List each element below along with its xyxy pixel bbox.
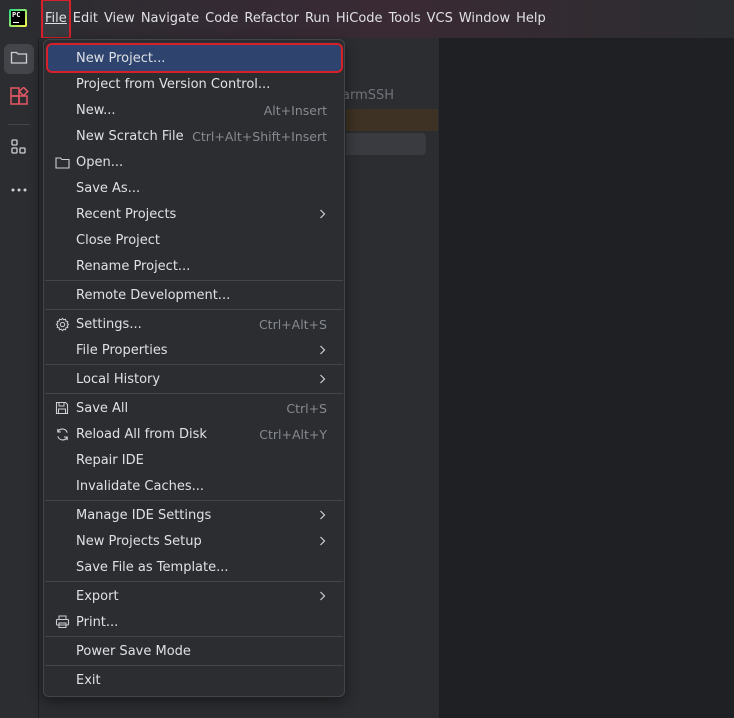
sidebar-divider [8, 124, 30, 125]
background-warning-bar [346, 109, 438, 131]
title-bar: PC File Edit View Navigate Code Refactor… [0, 0, 734, 39]
menu-item-new-projects-setup[interactable]: New Projects Setup [48, 528, 341, 554]
menu-item-new-project[interactable]: New Project... [46, 43, 343, 73]
menu-item-recent-projects[interactable]: Recent Projects [48, 201, 341, 227]
save-icon [54, 400, 70, 416]
menu-item-new[interactable]: New... Alt+Insert [48, 97, 341, 123]
chevron-right-icon [315, 372, 329, 386]
shortcut-save-all: Ctrl+S [286, 400, 327, 416]
chevron-right-icon [315, 343, 329, 357]
shortcut-new-scratch-file: Ctrl+Alt+Shift+Insert [192, 128, 327, 144]
menu-vcs[interactable]: VCS [424, 0, 456, 38]
tool-window-sidebar [0, 38, 39, 718]
menu-item-rename-project[interactable]: Rename Project... [48, 253, 341, 279]
menu-item-new-scratch-file[interactable]: New Scratch File Ctrl+Alt+Shift+Insert [48, 123, 341, 149]
menu-run[interactable]: Run [302, 0, 333, 38]
background-project-text: armSSH [342, 88, 395, 103]
chevron-right-icon [315, 207, 329, 221]
structure-icon [10, 138, 28, 160]
shortcut-new: Alt+Insert [263, 102, 327, 118]
shortcut-settings: Ctrl+Alt+S [258, 316, 327, 332]
menu-separator [45, 581, 343, 582]
menu-item-power-save-mode[interactable]: Power Save Mode [48, 638, 341, 664]
menu-hicode[interactable]: HiCode [333, 0, 386, 38]
menu-separator [45, 364, 343, 365]
print-icon [54, 614, 70, 630]
menu-item-export[interactable]: Export [48, 583, 341, 609]
menu-item-project-from-vcs[interactable]: Project from Version Control... [48, 71, 341, 97]
menu-code[interactable]: Code [202, 0, 241, 38]
menu-item-open[interactable]: Open... [48, 149, 341, 175]
menu-separator [45, 309, 343, 310]
background-input [346, 133, 426, 155]
menu-file[interactable]: File [41, 0, 71, 39]
menu-item-reload-all-from-disk[interactable]: Reload All from Disk Ctrl+Alt+Y [48, 421, 341, 447]
menu-window[interactable]: Window [456, 0, 513, 38]
menu-help[interactable]: Help [513, 0, 549, 38]
menu-item-invalidate-caches[interactable]: Invalidate Caches... [48, 473, 341, 499]
menu-separator [45, 636, 343, 637]
menu-item-manage-ide-settings[interactable]: Manage IDE Settings [48, 502, 341, 528]
menu-item-save-file-as-template[interactable]: Save File as Template... [48, 554, 341, 580]
plugins-icon [9, 86, 29, 111]
menu-edit[interactable]: Edit [70, 0, 101, 38]
menu-item-local-history[interactable]: Local History [48, 366, 341, 392]
menu-view[interactable]: View [101, 0, 138, 38]
shortcut-reload-all: Ctrl+Alt+Y [259, 426, 327, 442]
menu-item-close-project[interactable]: Close Project [48, 227, 341, 253]
menu-item-save-as[interactable]: Save As... [48, 175, 341, 201]
reload-icon [54, 426, 70, 442]
menu-separator [45, 393, 343, 394]
pycharm-logo-icon[interactable]: PC [9, 9, 27, 27]
menu-item-settings[interactable]: Settings... Ctrl+Alt+S [48, 311, 341, 337]
structure-tool-button[interactable] [4, 134, 34, 164]
folder-icon [10, 49, 28, 69]
folder-icon [54, 154, 70, 170]
chevron-right-icon [315, 508, 329, 522]
project-tool-button[interactable] [4, 44, 34, 74]
menu-tools[interactable]: Tools [386, 0, 424, 38]
menu-separator [45, 500, 343, 501]
main-menu-bar: File Edit View Navigate Code Refactor Ru… [41, 0, 549, 39]
file-menu-dropdown: New Project... Project from Version Cont… [43, 39, 345, 697]
chevron-right-icon [315, 589, 329, 603]
menu-item-save-all[interactable]: Save All Ctrl+S [48, 395, 341, 421]
more-icon [10, 182, 28, 197]
menu-item-exit[interactable]: Exit [48, 667, 341, 693]
menu-separator [45, 665, 343, 666]
menu-item-file-properties[interactable]: File Properties [48, 337, 341, 363]
chevron-right-icon [315, 534, 329, 548]
menu-item-remote-development[interactable]: Remote Development... [48, 282, 341, 308]
plugins-tool-button[interactable] [4, 84, 34, 114]
more-tool-button[interactable] [4, 174, 34, 204]
menu-separator [45, 280, 343, 281]
gear-icon [54, 316, 70, 332]
menu-item-repair-ide[interactable]: Repair IDE [48, 447, 341, 473]
menu-navigate[interactable]: Navigate [138, 0, 202, 38]
menu-item-print[interactable]: Print... [48, 609, 341, 635]
menu-refactor[interactable]: Refactor [241, 0, 302, 38]
